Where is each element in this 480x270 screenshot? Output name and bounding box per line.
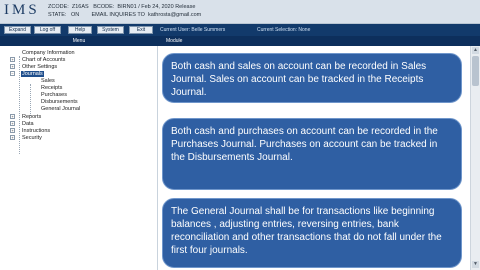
scroll-up-arrow-icon[interactable]: ▲ — [472, 47, 479, 54]
menu-panel: Company Information + Chart of Accounts … — [0, 46, 158, 270]
info-card-sales: Both cash and sales on account can be re… — [162, 53, 462, 103]
module-panel: Both cash and sales on account can be re… — [158, 46, 480, 270]
scroll-thumb[interactable] — [472, 56, 479, 86]
app-header: IMS ZCODE: Z16AS BCODE: BIRN01 / Feb 24,… — [0, 0, 480, 24]
tree-item-company-information[interactable]: Company Information — [22, 50, 75, 56]
tree-item-chart-of-accounts[interactable]: Chart of Accounts — [22, 57, 65, 63]
tree-item-reports[interactable]: Reports — [22, 114, 41, 120]
menu-panel-header: Menu — [0, 36, 158, 46]
module-panel-header: Module — [158, 36, 480, 46]
tree-item-other-settings[interactable]: Other Settings — [22, 64, 57, 70]
exit-button[interactable]: Exit — [129, 26, 153, 34]
system-button[interactable]: System — [97, 26, 124, 34]
tree-item-disbursements[interactable]: Disbursements — [41, 99, 78, 105]
tree-item-sales[interactable]: Sales — [41, 78, 55, 84]
expand-button[interactable]: Expand — [4, 26, 31, 34]
header-row-1: ZCODE: Z16AS BCODE: BIRN01 / Feb 24, 202… — [48, 3, 195, 11]
app-logo: IMS — [4, 2, 40, 18]
current-selection: Current Selection: None — [257, 27, 311, 33]
tree-guide-line-child — [30, 84, 31, 116]
state-value: ON — [71, 12, 80, 18]
expand-icon[interactable]: + — [10, 135, 15, 140]
expand-icon[interactable]: + — [10, 64, 15, 69]
tree-guide-line — [19, 56, 20, 154]
help-button[interactable]: Help — [68, 26, 92, 34]
email-label: EMAIL INQUIRES TO — [91, 12, 145, 18]
tree-item-receipts[interactable]: Receipts — [41, 85, 62, 91]
module-scrollbar[interactable]: ▲ ▼ — [470, 46, 480, 270]
expand-icon[interactable]: + — [10, 121, 15, 126]
info-card-general-journal: The General Journal shall be for transac… — [162, 198, 462, 268]
log-off-button[interactable]: Log off — [34, 26, 61, 34]
bcode-label: BCODE: — [93, 4, 115, 10]
scroll-down-arrow-icon[interactable]: ▼ — [472, 261, 479, 268]
info-card-purchases: Both cash and purchases on account can b… — [162, 118, 462, 190]
state-label: STATE: — [48, 12, 67, 18]
tree-item-journals[interactable]: Journals — [21, 71, 44, 77]
email-value: kathrosta@gmail.com — [147, 12, 202, 18]
zcode-value: Z16AS — [71, 4, 89, 10]
tree-item-data[interactable]: Data — [22, 121, 34, 127]
zcode-label: ZCODE: — [48, 4, 69, 10]
expand-icon[interactable]: + — [10, 114, 15, 119]
expand-icon[interactable]: + — [10, 128, 15, 133]
current-user: Current User: Belle Summers — [160, 27, 226, 33]
collapse-icon[interactable]: − — [10, 71, 15, 76]
expand-icon[interactable]: + — [10, 57, 15, 62]
toolbar: Expand Log off Help System Exit Current … — [0, 24, 480, 36]
tree-item-instructions[interactable]: Instructions — [22, 128, 50, 134]
bcode-value: BIRN01 / Feb 24, 2020 Release — [117, 4, 196, 10]
tree-item-security[interactable]: Security — [22, 135, 42, 141]
tree-item-general-journal[interactable]: General Journal — [41, 106, 80, 112]
header-row-2: STATE: ON EMAIL INQUIRES TO kathrosta@gm… — [48, 11, 201, 19]
tree-item-purchases[interactable]: Purchases — [41, 92, 67, 98]
